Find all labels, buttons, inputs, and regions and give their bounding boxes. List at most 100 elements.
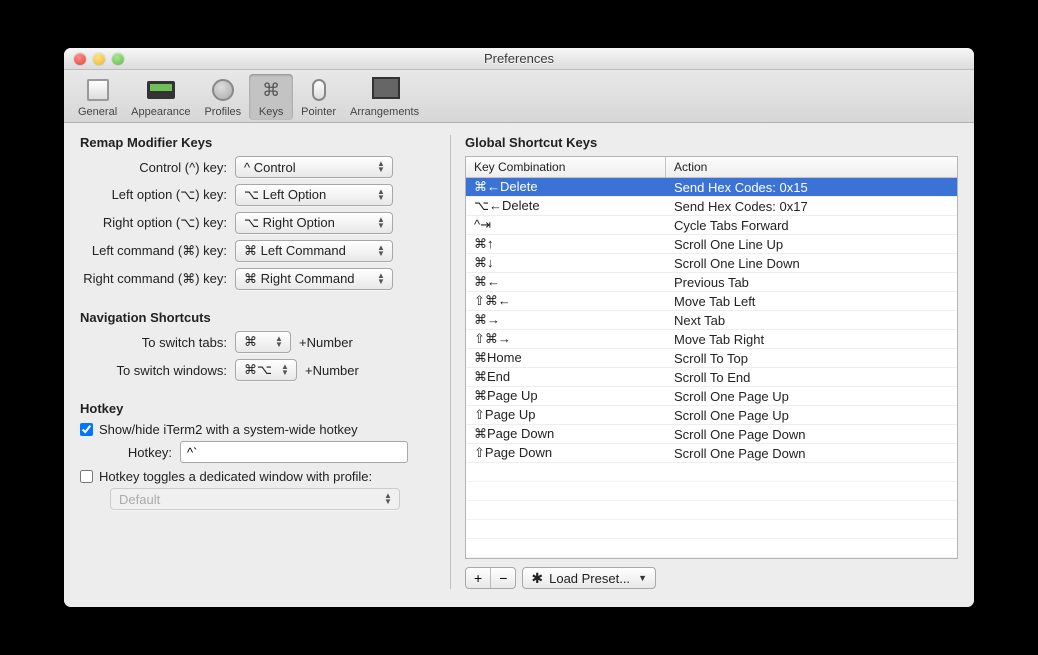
cell-action: Scroll One Line Down [666, 256, 957, 271]
table-row[interactable] [466, 501, 957, 520]
cell-key-combination: ⌘← [466, 274, 666, 290]
toolbar-keys[interactable]: ⌘ Keys [249, 74, 293, 120]
general-icon [87, 79, 109, 101]
table-row[interactable]: ⌘Page UpScroll One Page Up [466, 387, 957, 406]
table-row[interactable]: ⌘↑Scroll One Line Up [466, 235, 957, 254]
table-body[interactable]: ⌘←DeleteSend Hex Codes: 0x15⌥←DeleteSend… [466, 178, 957, 558]
remove-button[interactable]: − [491, 568, 515, 588]
cell-key-combination: ⇧Page Up [466, 407, 666, 423]
table-row[interactable]: ⌘↓Scroll One Line Down [466, 254, 957, 273]
hotkey-heading: Hotkey [80, 401, 440, 416]
add-remove-segment: + − [465, 567, 516, 589]
toolbar-arrangements[interactable]: Arrangements [344, 74, 425, 120]
add-button[interactable]: + [466, 568, 491, 588]
cell-action: Scroll To Top [666, 351, 957, 366]
toolbar-general[interactable]: General [72, 74, 123, 120]
table-row[interactable] [466, 482, 957, 501]
cell-action: Scroll To End [666, 370, 957, 385]
stepper-icon: ▲▼ [374, 189, 388, 201]
table-row[interactable]: ⌘HomeScroll To Top [466, 349, 957, 368]
remap-select-0[interactable]: ^ Control▲▼ [235, 156, 393, 178]
cell-action: Scroll One Page Up [666, 408, 957, 423]
table-row[interactable]: ⌘→Next Tab [466, 311, 957, 330]
cell-action: Cycle Tabs Forward [666, 218, 957, 233]
hotkey-profile-select: Default ▲▼ [110, 488, 400, 510]
remap-select-1[interactable]: ⌥ Left Option▲▼ [235, 184, 393, 206]
arrangements-icon [373, 81, 397, 99]
col-action[interactable]: Action [666, 157, 957, 177]
table-row[interactable] [466, 463, 957, 482]
remap-label: Right option (⌥) key: [80, 215, 235, 231]
toolbar-profiles[interactable]: Profiles [198, 74, 247, 120]
cell-key-combination: ^⇥ [466, 217, 666, 233]
preferences-window: Preferences General Appearance Profiles … [64, 48, 974, 607]
hotkey-field-label: Hotkey: [80, 445, 180, 460]
cell-key-combination: ⌘↓ [466, 255, 666, 271]
table-row[interactable]: ⌘←Previous Tab [466, 273, 957, 292]
hotkey-toggle-checkbox[interactable] [80, 470, 93, 483]
table-row[interactable] [466, 520, 957, 539]
window-title: Preferences [64, 51, 974, 66]
right-column: Global Shortcut Keys Key Combination Act… [450, 135, 958, 589]
table-row[interactable]: ⇧⌘→Move Tab Right [466, 330, 957, 349]
cell-key-combination: ⌘→ [466, 312, 666, 328]
cell-action: Scroll One Page Down [666, 427, 957, 442]
table-row[interactable]: ⇧Page DownScroll One Page Down [466, 444, 957, 463]
pointer-icon [312, 79, 326, 101]
col-key-combination[interactable]: Key Combination [466, 157, 666, 177]
cell-key-combination: ⇧⌘← [466, 293, 666, 309]
gear-icon: ✱ [531, 570, 543, 587]
remap-select-4[interactable]: ⌘ Right Command▲▼ [235, 268, 393, 290]
table-row[interactable]: ^⇥Cycle Tabs Forward [466, 216, 957, 235]
table-row[interactable]: ⌘←DeleteSend Hex Codes: 0x15 [466, 178, 957, 197]
cell-action: Previous Tab [666, 275, 957, 290]
remap-heading: Remap Modifier Keys [80, 135, 440, 150]
table-row[interactable] [466, 539, 957, 558]
stepper-icon: ▲▼ [272, 336, 286, 348]
remap-select-3[interactable]: ⌘ Left Command▲▼ [235, 240, 393, 262]
cell-action: Move Tab Left [666, 294, 957, 309]
profiles-icon [212, 79, 234, 101]
hotkey-showhide-checkbox[interactable] [80, 423, 93, 436]
stepper-icon: ▲▼ [374, 273, 388, 285]
toolbar-appearance[interactable]: Appearance [125, 74, 196, 120]
cell-key-combination: ⌘Page Down [466, 426, 666, 442]
switch-windows-select[interactable]: ⌘⌥ ▲▼ [235, 359, 297, 381]
remap-label: Right command (⌘) key: [80, 271, 235, 287]
cell-key-combination: ⌘End [466, 369, 666, 385]
table-row[interactable]: ⌥←DeleteSend Hex Codes: 0x17 [466, 197, 957, 216]
content: Remap Modifier Keys Control (^) key:^ Co… [64, 123, 974, 607]
cell-action: Scroll One Line Up [666, 237, 957, 252]
cell-action: Send Hex Codes: 0x17 [666, 199, 957, 214]
hotkey-showhide-label: Show/hide iTerm2 with a system-wide hotk… [99, 422, 358, 437]
table-row[interactable]: ⇧Page UpScroll One Page Up [466, 406, 957, 425]
toolbar-pointer[interactable]: Pointer [295, 74, 342, 120]
switch-tabs-select[interactable]: ⌘ ▲▼ [235, 331, 291, 353]
table-row[interactable]: ⌘Page DownScroll One Page Down [466, 425, 957, 444]
table-row[interactable]: ⇧⌘←Move Tab Left [466, 292, 957, 311]
chevron-down-icon: ▼ [638, 573, 647, 583]
remap-select-2[interactable]: ⌥ Right Option▲▼ [235, 212, 393, 234]
table-header: Key Combination Action [466, 157, 957, 178]
stepper-icon: ▲▼ [381, 493, 395, 505]
nav-heading: Navigation Shortcuts [80, 310, 440, 325]
cell-action: Send Hex Codes: 0x15 [666, 180, 957, 195]
keys-icon: ⌘ [262, 80, 280, 101]
toolbar: General Appearance Profiles ⌘ Keys Point… [64, 70, 974, 123]
cell-action: Scroll One Page Down [666, 446, 957, 461]
shortcuts-table: Key Combination Action ⌘←DeleteSend Hex … [465, 156, 958, 559]
shortcuts-heading: Global Shortcut Keys [465, 135, 958, 150]
hotkey-toggle-label: Hotkey toggles a dedicated window with p… [99, 469, 372, 484]
load-preset-button[interactable]: ✱ Load Preset... ▼ [522, 567, 656, 589]
cell-key-combination: ⌘Page Up [466, 388, 666, 404]
hotkey-field[interactable] [180, 441, 408, 463]
remap-label: Left option (⌥) key: [80, 187, 235, 203]
stepper-icon: ▲▼ [278, 364, 292, 376]
switch-tabs-aux: +Number [299, 335, 353, 350]
cell-key-combination: ⌘←Delete [466, 179, 666, 195]
stepper-icon: ▲▼ [374, 217, 388, 229]
table-row[interactable]: ⌘EndScroll To End [466, 368, 957, 387]
cell-key-combination: ⇧Page Down [466, 445, 666, 461]
appearance-icon [147, 81, 175, 99]
cell-key-combination: ⌘Home [466, 350, 666, 366]
